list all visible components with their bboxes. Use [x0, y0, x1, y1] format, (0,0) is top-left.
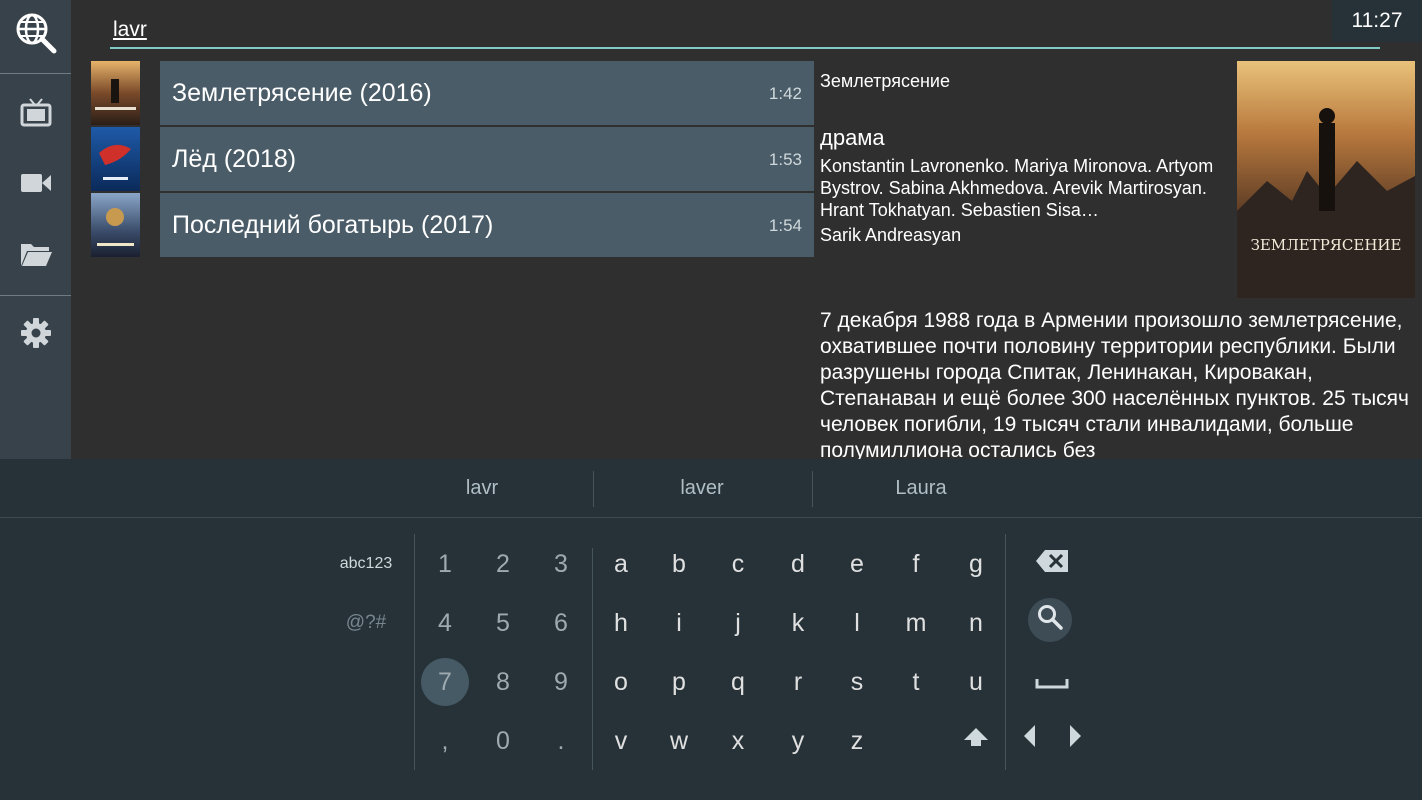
globe-search-icon — [14, 11, 58, 60]
key-0[interactable]: 0 — [478, 716, 528, 766]
mode-key-abc123[interactable]: abc123 — [321, 539, 411, 589]
folder-icon — [19, 240, 53, 273]
detail-cast: Konstantin Lavronenko. Mariya Mironova. … — [820, 156, 1214, 220]
result-thumbnail[interactable] — [91, 193, 140, 257]
key-comma[interactable]: , — [420, 716, 470, 766]
result-row[interactable]: Землетрясение (2016) 1:42 — [160, 61, 814, 125]
key-s[interactable]: s — [832, 657, 882, 707]
key-i[interactable]: i — [654, 598, 704, 648]
key-w[interactable]: w — [654, 716, 704, 766]
top-bar — [71, 0, 1422, 60]
result-duration: 1:54 — [768, 216, 802, 235]
key-3[interactable]: 3 — [536, 539, 586, 589]
search-input[interactable]: lavr — [113, 18, 147, 42]
space-bar-icon — [1035, 668, 1069, 697]
sidebar-separator — [0, 73, 71, 74]
chevron-right-icon — [1068, 724, 1082, 755]
key-9[interactable]: 9 — [536, 657, 586, 707]
key-o[interactable]: o — [596, 657, 646, 707]
movie-poster: ЗЕМЛЕТРЯСЕНИЕ — [1237, 61, 1415, 298]
mode-key-symbols[interactable]: @?# — [321, 598, 411, 648]
key-k[interactable]: k — [773, 598, 823, 648]
result-row[interactable]: Последний богатырь (2017) 1:54 — [160, 193, 814, 257]
search-key[interactable] — [1028, 598, 1072, 642]
result-duration: 1:42 — [768, 84, 802, 103]
video-camera-icon — [20, 171, 52, 200]
key-g[interactable]: g — [951, 539, 1001, 589]
result-duration: 1:53 — [768, 150, 802, 169]
key-7[interactable]: 7 — [421, 658, 469, 706]
suggestion[interactable]: Laura — [821, 477, 1021, 500]
key-period[interactable]: . — [536, 716, 586, 766]
cursor-right-key[interactable] — [1050, 714, 1100, 764]
detail-director: Sarik Andreasyan — [820, 225, 962, 245]
sidebar-separator — [0, 295, 71, 296]
detail-description: 7 декабря 1988 года в Армении произошло … — [820, 309, 1409, 459]
key-t[interactable]: t — [891, 657, 941, 707]
suggestion[interactable]: laver — [602, 477, 802, 500]
key-x[interactable]: x — [713, 716, 763, 766]
key-r[interactable]: r — [773, 657, 823, 707]
sidebar — [0, 0, 71, 459]
sidebar-item-files[interactable] — [0, 226, 71, 286]
sidebar-item-video[interactable] — [0, 155, 71, 215]
search-icon — [1037, 604, 1063, 637]
suggestion-bar: lavr laver Laura — [0, 459, 1422, 518]
key-h[interactable]: h — [596, 598, 646, 648]
tv-icon — [20, 97, 52, 132]
key-u[interactable]: u — [951, 657, 1001, 707]
key-j[interactable]: j — [713, 598, 763, 648]
space-key[interactable] — [1027, 657, 1077, 707]
keyboard-divider — [592, 548, 593, 770]
detail-title: Землетрясение — [820, 71, 950, 91]
key-m[interactable]: m — [891, 598, 941, 648]
key-e[interactable]: e — [832, 539, 882, 589]
result-title: Последний богатырь (2017) — [172, 211, 494, 239]
key-5[interactable]: 5 — [478, 598, 528, 648]
key-d[interactable]: d — [773, 539, 823, 589]
key-y[interactable]: y — [773, 716, 823, 766]
key-4[interactable]: 4 — [420, 598, 470, 648]
sidebar-item-settings[interactable] — [0, 305, 71, 365]
key-2[interactable]: 2 — [478, 539, 528, 589]
chevron-left-icon — [1023, 724, 1037, 755]
key-a[interactable]: a — [596, 539, 646, 589]
sidebar-item-tv[interactable] — [0, 84, 71, 144]
key-z[interactable]: z — [832, 716, 882, 766]
key-q[interactable]: q — [713, 657, 763, 707]
poster-title: ЗЕМЛЕТРЯСЕНИЕ — [1251, 236, 1402, 254]
key-l[interactable]: l — [832, 598, 882, 648]
suggestion-divider — [812, 471, 813, 507]
key-v[interactable]: v — [596, 716, 646, 766]
detail-genre: драма — [820, 125, 885, 150]
key-f[interactable]: f — [891, 539, 941, 589]
shift-arrow-icon — [963, 725, 989, 754]
sidebar-item-search[interactable] — [0, 5, 71, 65]
key-b[interactable]: b — [654, 539, 704, 589]
key-p[interactable]: p — [654, 657, 704, 707]
clock: 11:27 — [1332, 0, 1422, 42]
key-6[interactable]: 6 — [536, 598, 586, 648]
result-row[interactable]: Лёд (2018) 1:53 — [160, 127, 814, 191]
keyboard-keys: abc123 @?# 1 2 3 4 5 6 7 8 9 , 0 . a b c… — [0, 518, 1422, 800]
on-screen-keyboard: lavr laver Laura abc123 @?# 1 2 3 4 5 6 … — [0, 459, 1422, 800]
gear-icon — [20, 317, 52, 354]
suggestion-divider — [593, 471, 594, 507]
key-n[interactable]: n — [951, 598, 1001, 648]
key-c[interactable]: c — [713, 539, 763, 589]
cursor-left-key[interactable] — [1005, 714, 1055, 764]
result-thumbnail[interactable] — [91, 127, 140, 191]
result-title: Лёд (2018) — [172, 145, 297, 173]
suggestion[interactable]: lavr — [382, 477, 582, 500]
shift-key[interactable] — [951, 714, 1001, 764]
result-thumbnail[interactable] — [91, 61, 140, 125]
backspace-icon — [1035, 549, 1069, 580]
result-title: Землетрясение (2016) — [172, 79, 432, 107]
key-1[interactable]: 1 — [420, 539, 470, 589]
key-8[interactable]: 8 — [478, 657, 528, 707]
search-underline — [110, 47, 1380, 49]
keyboard-divider — [414, 534, 415, 770]
backspace-key[interactable] — [1027, 539, 1077, 589]
